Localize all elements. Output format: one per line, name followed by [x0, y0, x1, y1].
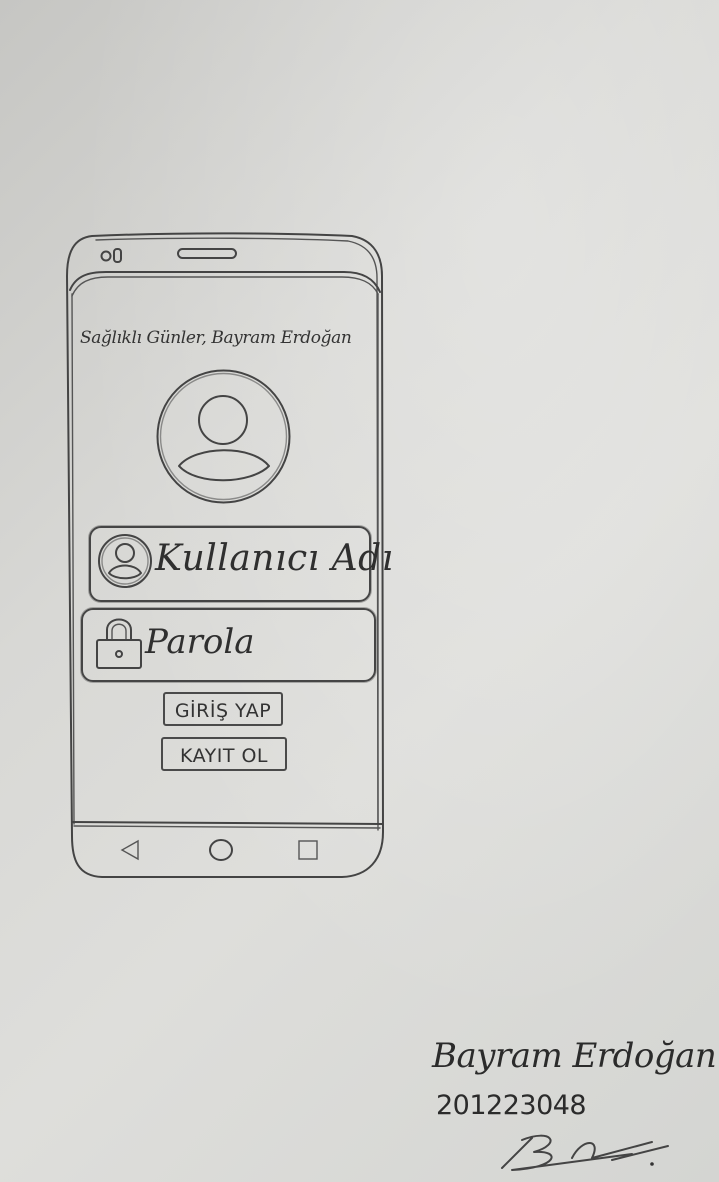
- triangle-back-icon[interactable]: [118, 838, 142, 862]
- handwritten-signature: [501, 1134, 669, 1171]
- user-avatar-icon: [156, 369, 291, 504]
- user-circle-icon: [98, 534, 152, 588]
- greeting-text: Sağlıklı Günler, Bayram Erdoğan: [80, 328, 352, 348]
- password-placeholder: Parola: [145, 622, 255, 662]
- student-id: 201223048: [436, 1090, 587, 1121]
- phone-mockup: Sağlıklı Günler, Bayram Erdoğan Kullanıc…: [62, 232, 393, 878]
- author-name: Bayram Erdoğan: [432, 1036, 717, 1076]
- square-recents-icon[interactable]: [296, 838, 320, 862]
- register-button[interactable]: KAYIT OL: [161, 737, 287, 771]
- circle-home-icon[interactable]: [207, 837, 235, 863]
- password-field[interactable]: Parola: [81, 608, 376, 682]
- login-button[interactable]: GİRİŞ YAP: [163, 692, 283, 726]
- username-field[interactable]: Kullanıcı Adı: [89, 526, 393, 602]
- username-placeholder: Kullanıcı Adı: [155, 538, 394, 579]
- padlock-icon: [96, 618, 142, 669]
